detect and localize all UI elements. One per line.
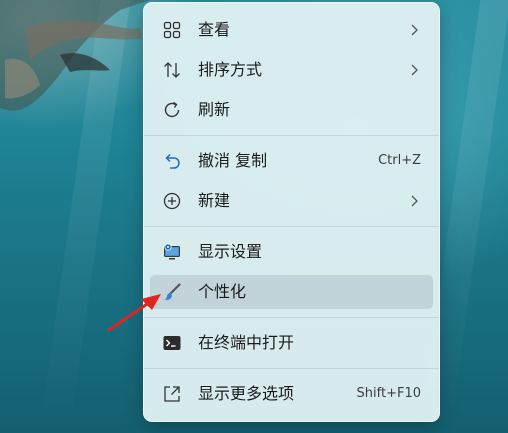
menu-item-label: 显示更多选项 [198,384,295,403]
paintbrush-icon [162,282,182,302]
chevron-right-icon [411,195,418,207]
desktop-background: 查看 排序方式 刷新 撤消 复制 Ctrl+Z 新建 显示设置 个性化 在终端中… [0,0,508,433]
menu-item-label: 显示设置 [198,242,263,261]
menu-item-display-settings[interactable]: 显示设置 [150,235,433,269]
chevron-right-icon [411,64,418,76]
menu-item-label: 查看 [198,20,231,39]
display-settings-icon [162,242,182,262]
menu-divider [144,226,439,227]
menu-item-show-more-options[interactable]: 显示更多选项 Shift+F10 [150,377,433,411]
desktop-context-menu: 查看 排序方式 刷新 撤消 复制 Ctrl+Z 新建 显示设置 个性化 在终端中… [143,2,440,422]
swimmer-photo [0,0,150,111]
terminal-icon [162,333,182,353]
menu-divider [144,368,439,369]
undo-icon [162,151,182,171]
refresh-icon [162,100,182,120]
red-annotation-arrow-icon [107,294,161,332]
menu-item-refresh[interactable]: 刷新 [150,93,433,127]
menu-item-sort-by[interactable]: 排序方式 [150,53,433,87]
menu-item-label: 撤消 复制 [198,151,268,170]
more-options-icon [162,384,182,404]
menu-item-label: 新建 [198,191,231,210]
menu-item-new[interactable]: 新建 [150,184,433,218]
sort-arrows-icon [162,60,182,80]
shortcut-label: Ctrl+Z [378,153,421,168]
menu-item-personalize[interactable]: 个性化 [150,275,433,309]
menu-divider [144,135,439,136]
grid-icon [162,20,182,40]
menu-item-view[interactable]: 查看 [150,13,433,47]
menu-item-undo-copy[interactable]: 撤消 复制 Ctrl+Z [150,144,433,178]
menu-item-label: 刷新 [198,100,231,119]
shortcut-label: Shift+F10 [356,386,421,401]
menu-item-label: 排序方式 [198,60,263,79]
menu-item-label: 个性化 [198,282,247,301]
menu-item-open-in-terminal[interactable]: 在终端中打开 [150,326,433,360]
chevron-right-icon [411,24,418,36]
new-plus-icon [162,191,182,211]
menu-divider [144,317,439,318]
menu-item-label: 在终端中打开 [198,333,295,352]
